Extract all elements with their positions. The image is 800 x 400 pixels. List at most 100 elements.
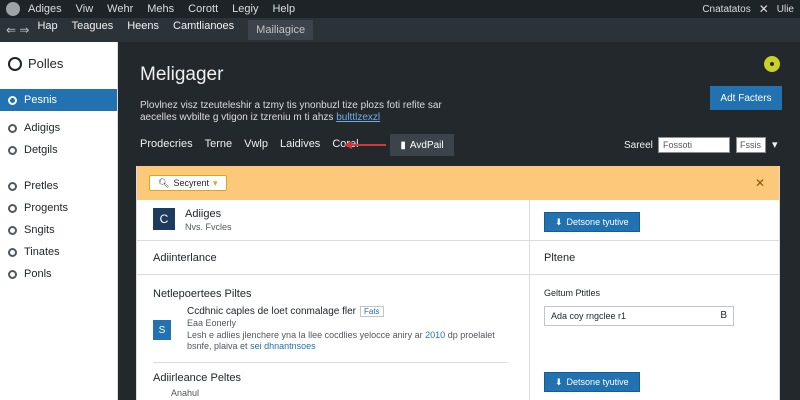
tab-terne[interactable]: Terne (205, 138, 233, 150)
left-column: C Adiiges Nvs. Fvcles Adiinterlance Netl… (137, 200, 529, 400)
wordpress-icon (8, 56, 22, 71)
menu-item-viw[interactable]: Viw (76, 3, 94, 15)
plugin-icon (8, 181, 17, 191)
menu-item-wehr[interactable]: Wehr (107, 3, 133, 15)
admin-bar-right: Cnatatatos ✕ Ulie (702, 0, 794, 18)
comment-icon (8, 225, 17, 235)
item-title-text[interactable]: Ccdhnic caples de loet conmalage fler (187, 306, 356, 317)
description-link[interactable]: bulttlzexzl (336, 112, 380, 123)
brand-label: Polles (28, 56, 64, 71)
segment-label: Secyrent (173, 178, 209, 188)
item-desc-link[interactable]: 2010 (425, 330, 445, 340)
sidebar-item-label: Pesnis (24, 94, 58, 106)
chevron-down-icon[interactable]: ▾ (772, 138, 778, 151)
divider (530, 274, 780, 275)
menu-item-help[interactable]: Help (272, 3, 295, 15)
card-icon: C (153, 208, 175, 230)
sidebar-item-label: Progents (24, 202, 69, 214)
sidebar-item-pesnis[interactable]: Pesnis (0, 89, 117, 111)
menu-item-corott[interactable]: Corott (188, 3, 218, 15)
download-icon: ⬇ (555, 216, 563, 227)
download-icon: ⬇ (555, 376, 563, 387)
avatar[interactable] (762, 54, 782, 74)
sidebar: Polles Pesnis Adigigs Detgils Pretles Pr… (0, 42, 118, 400)
description-text: Plovlnez visz tzeuteleshir a tzmy tis yn… (140, 100, 442, 123)
divider (137, 240, 529, 241)
pointer-arrow-icon (344, 141, 386, 149)
tab-camtlianoes[interactable]: Camtlianoes (173, 20, 234, 40)
menu-item-adiges[interactable]: Adiges (28, 3, 62, 15)
settings-icon (8, 269, 17, 279)
sidebar-item-tinates[interactable]: Tinates (0, 241, 117, 263)
item-description: Lesh e adlies jlenchere yna la llee cocd… (187, 330, 497, 352)
tab-heens[interactable]: Heens (127, 20, 159, 40)
add-new-button[interactable]: Adt Facters (710, 86, 782, 110)
tab-mailiagice[interactable]: Mailiagice (248, 20, 314, 40)
item-desc-link[interactable]: sei dhnantnsoes (250, 341, 316, 351)
tab-hap[interactable]: Hap (37, 20, 57, 40)
close-icon[interactable]: ✕ (755, 176, 765, 190)
add-item-button[interactable]: ▮ AvdPail (390, 134, 454, 156)
text-field[interactable]: Ada coy rngclee r1 B (544, 306, 734, 326)
page-icon (8, 203, 17, 213)
field-label: Geltum Ptitles (544, 288, 601, 298)
sidebar-item-label: Tinates (24, 246, 60, 258)
account-label[interactable]: Cnatatatos (702, 4, 750, 15)
wordpress-icon[interactable] (6, 2, 20, 16)
notice-bar: 🔍︎ Secyrent ▾ ✕ (137, 166, 779, 200)
back-forward-icon[interactable]: ⇐ ⇒ (6, 23, 29, 37)
sidebar-item-sngits[interactable]: Sngits (0, 219, 117, 241)
item-desc-text: Lesh e adlies jlenchere yna la llee cocd… (187, 330, 423, 340)
add-icon: ▮ (400, 139, 406, 151)
section-title: Adiinterlance (153, 252, 217, 264)
sidebar-item-label: Ponls (24, 268, 52, 280)
tools-icon (8, 247, 17, 257)
sidebar-item-progents[interactable]: Progents (0, 197, 117, 219)
divider (530, 240, 780, 241)
chevron-down-icon: ▾ (212, 177, 218, 188)
menu-item-legiy[interactable]: Legiy (232, 3, 258, 15)
sidebar-item-label: Pretles (24, 180, 59, 192)
sidebar-item-label: Sngits (24, 224, 55, 236)
top-nav: ⇐ ⇒ Hap Teagues Heens Camtlianoes Mailia… (0, 18, 800, 42)
menu-item-mehs[interactable]: Mehs (147, 3, 174, 15)
section-title: Adiirleance Peltes (153, 372, 242, 384)
item-tag[interactable]: Fats (359, 306, 384, 317)
sidebar-item-adigigs[interactable]: Adigigs (0, 117, 117, 139)
search-icon: 🔍︎ (158, 177, 170, 188)
item-author: Eaa Eonerly (187, 318, 237, 328)
admin-menu: Adiges Viw Wehr Mehs Corott Legiy Help (28, 3, 295, 15)
card-title: Adiiges (185, 208, 222, 220)
sidebar-item-pretles[interactable]: Pretles (0, 175, 117, 197)
admin-bar: Adiges Viw Wehr Mehs Corott Legiy Help C… (0, 0, 800, 18)
tab-teagues[interactable]: Teagues (72, 20, 114, 40)
action-button[interactable]: ⬇ Detsone tyutive (544, 212, 640, 232)
sidebar-item-label: Detgils (24, 144, 58, 156)
page-title: Meligager (140, 64, 224, 85)
filter-tabs: Prodecries Terne Vwlp Laidives Corel (140, 138, 359, 150)
tab-prodecries[interactable]: Prodecries (140, 138, 193, 150)
field-icon[interactable]: B (720, 310, 727, 321)
segment-selector[interactable]: 🔍︎ Secyrent ▾ (149, 175, 227, 191)
user-label[interactable]: Ulie (777, 4, 794, 15)
tab-laidives[interactable]: Laidives (280, 138, 320, 150)
info-card: C Adiiges Nvs. Fvcles (153, 208, 232, 232)
tab-vwlp[interactable]: Vwlp (244, 138, 268, 150)
card-subtitle: Nvs. Fvcles (185, 222, 232, 232)
divider (137, 274, 529, 275)
sort-select[interactable]: Fssis (736, 137, 766, 153)
action-button-label: Detsone tyutive (566, 377, 629, 387)
main-panel: 🔍︎ Secyrent ▾ ✕ C Adiiges Nvs. Fvcles Ad… (136, 166, 780, 400)
sidebar-item-detgils[interactable]: Detgils (0, 139, 117, 161)
field-value: Ada coy rngclee r1 (551, 311, 627, 321)
add-item-label: AvdPail (409, 139, 444, 151)
nav-tabs: Hap Teagues Heens Camtlianoes Mailiagice (37, 20, 314, 40)
action-button-label: Detsone tyutive (566, 217, 629, 227)
action-button[interactable]: ⬇ Detsone tyutive (544, 372, 640, 392)
close-icon[interactable]: ✕ (759, 2, 769, 16)
sidebar-item-label: Adigigs (24, 122, 61, 134)
sidebar-brand[interactable]: Polles (0, 42, 117, 71)
search-input[interactable]: Fossoti (658, 137, 730, 153)
sidebar-item-ponls[interactable]: Ponls (0, 263, 117, 285)
search-label: Sareel (624, 140, 653, 151)
